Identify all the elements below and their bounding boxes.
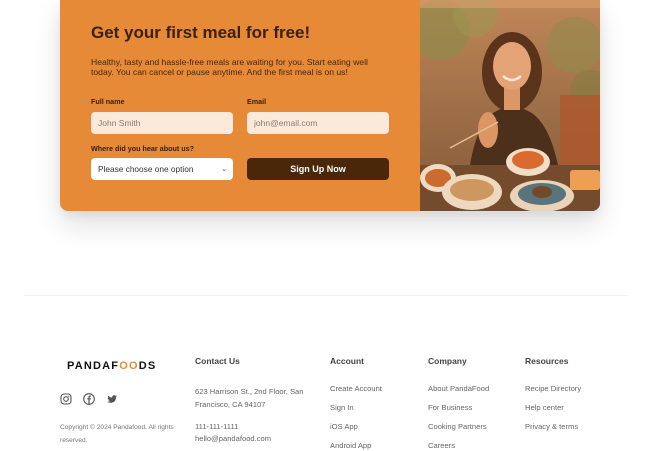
signup-cta-card: Get your first meal for free! Healthy, t… <box>60 0 600 211</box>
twitter-icon[interactable] <box>106 392 118 404</box>
footer-link-help-center[interactable]: Help center <box>525 403 564 412</box>
contact-heading: Contact Us <box>195 356 240 366</box>
footer-link-sign-in[interactable]: Sign In <box>330 403 354 412</box>
company-heading: Company <box>428 356 467 366</box>
footer-link-careers[interactable]: Careers <box>428 441 455 450</box>
footer-link-for-business[interactable]: For Business <box>428 403 472 412</box>
signup-title: Get your first meal for free! <box>91 23 311 42</box>
email-label: Email <box>247 97 267 106</box>
source-select[interactable]: Please choose one option ⌄ <box>91 158 233 180</box>
pandafoods-logo[interactable]: PANDAFOODS <box>67 360 156 372</box>
footer-link-recipe-directory[interactable]: Recipe Directory <box>525 384 581 393</box>
account-heading: Account <box>330 356 364 366</box>
footer-link-ios-app[interactable]: iOS App <box>330 422 358 431</box>
full-name-label: Full name <box>91 97 125 106</box>
chevron-down-icon: ⌄ <box>221 166 227 173</box>
email-input[interactable] <box>247 112 389 134</box>
source-label: Where did you hear about us? <box>91 144 195 153</box>
instagram-icon[interactable] <box>60 392 72 405</box>
facebook-icon[interactable] <box>83 392 95 405</box>
source-select-value: Please choose one option <box>98 164 194 174</box>
footer-link-create-account[interactable]: Create Account <box>330 384 382 393</box>
section-divider <box>24 295 628 296</box>
copyright-text: Copyright © 2024 Pandafood. All rights r… <box>60 424 174 444</box>
contact-address: 623 Harrison St., 2nd Floor, San Francis… <box>195 387 304 409</box>
footer-link-cooking-partners[interactable]: Cooking Partners <box>428 422 487 431</box>
signup-form-panel: Get your first meal for free! Healthy, t… <box>60 0 420 211</box>
sign-up-button[interactable]: Sign Up Now <box>247 158 389 180</box>
full-name-input[interactable] <box>91 112 233 134</box>
footer-link-about[interactable]: About PandaFood <box>428 384 489 393</box>
contact-phone[interactable]: 111-111-1111 <box>195 422 238 431</box>
signup-description: Healthy, tasty and hassle-free meals are… <box>91 57 368 77</box>
woman-eating-photo <box>420 0 600 211</box>
resources-heading: Resources <box>525 356 569 366</box>
footer-link-android-app[interactable]: Android App <box>330 441 371 450</box>
contact-email[interactable]: hello@pandafood.com <box>195 434 271 443</box>
footer-link-privacy-terms[interactable]: Privacy & terms <box>525 422 578 431</box>
